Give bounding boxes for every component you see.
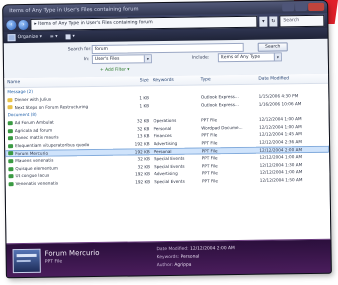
layout-icon [65, 34, 71, 40]
search-button[interactable]: Search [257, 42, 288, 52]
document-icon [8, 143, 14, 148]
column-date-modified[interactable]: Date Modified [258, 74, 328, 84]
file-keywords: Special Events [154, 178, 185, 185]
window-title: Items of Any Type in User's Files contai… [9, 6, 139, 15]
back-button[interactable]: ‹ [6, 19, 17, 30]
document-icon [7, 121, 13, 126]
more-menu[interactable]: ▾ [65, 34, 75, 40]
file-thumbnail [12, 248, 41, 274]
add-filter-label: Add Filter ▾ [105, 67, 130, 73]
chevron-down-icon: ▾ [273, 53, 281, 61]
document-icon [7, 136, 14, 141]
file-type: Outlook Express... [200, 101, 239, 108]
add-icon: + [100, 67, 104, 73]
date-label: Date Modified: [156, 246, 189, 253]
column-keywords[interactable]: Keywords [153, 76, 201, 86]
keywords-label: Keywords: [156, 254, 180, 261]
file-name-text: Next Steps on Forum Restructuring [14, 103, 89, 110]
column-size[interactable]: Size [125, 76, 153, 85]
file-date-modified: 12/12/2004 1:50 AM [259, 177, 303, 183]
organize-label: Organize ▾ [17, 34, 42, 41]
rows-container: Message (2) Dinner with Julius 1 KB Outlook… [4, 84, 330, 188]
include-value: Items of Any Type [220, 54, 261, 61]
author-label: Author: [156, 262, 173, 269]
views-menu[interactable]: ≡ ▾ [50, 35, 58, 40]
include-label: Include: [191, 55, 210, 61]
document-icon [8, 174, 14, 179]
in-label: In: [83, 57, 90, 63]
file-date-modified: 1/16/2006 10:06 AM [258, 100, 302, 107]
email-icon [7, 105, 13, 110]
search-for-label: Search for: [67, 47, 92, 53]
views-label: ≡ ▾ [49, 34, 58, 40]
include-dropdown[interactable]: Items of Any Type ▾ [217, 52, 282, 63]
details-date: Date Modified: 12/12/2004 2:00 AM [157, 246, 235, 252]
explorer-window: Items of Any Type in User's Files contai… [3, 0, 331, 278]
details-author: Author: Agrippa [157, 263, 192, 268]
maximize-button[interactable] [295, 3, 308, 12]
window-controls [282, 2, 325, 12]
details-title: Forum Mercurio [44, 248, 100, 258]
keywords-value: Personal [180, 254, 200, 260]
in-dropdown[interactable]: User's Files ▾ [91, 54, 152, 65]
add-filter-button[interactable]: + Add Filter ▾ [100, 68, 130, 73]
document-icon [8, 159, 14, 164]
file-size: 192 KB [135, 179, 151, 185]
document-icon [8, 166, 14, 171]
details-keywords: Keywords: Personal [157, 255, 200, 261]
organize-icon [7, 34, 16, 42]
close-button[interactable] [308, 2, 325, 12]
address-dropdown-icon[interactable]: ▾ [259, 16, 268, 27]
organize-menu[interactable]: Organize ▾ [7, 34, 42, 42]
document-icon [8, 181, 14, 186]
more-label: ▾ [72, 34, 75, 40]
search-input[interactable]: Search [279, 14, 325, 27]
minimize-button[interactable] [282, 3, 295, 12]
file-type: PPT File [201, 178, 218, 184]
details-pane: Forum Mercurio PPT File Date Modified: 1… [6, 238, 331, 278]
file-keywords [153, 101, 201, 109]
refresh-icon[interactable]: ↻ [269, 15, 278, 27]
document-icon [8, 151, 14, 156]
file-size: 1 KB [139, 102, 150, 108]
results-list: Name Size Keywords Type Date Modified Me… [4, 73, 331, 245]
chevron-down-icon: ▾ [143, 55, 151, 63]
in-value: User's Files [94, 56, 120, 62]
search-pane: Search for: forum Search In: User's File… [3, 38, 329, 80]
email-icon [7, 97, 13, 103]
file-name: Venenatis venenatis [6, 179, 127, 188]
author-value: Agrippa [174, 262, 192, 268]
address-field[interactable]: ▸ Items of Any Type in User's Files cont… [30, 15, 258, 31]
column-type[interactable]: Type [201, 75, 259, 85]
document-icon [7, 128, 13, 133]
forward-button[interactable]: › [18, 19, 29, 30]
column-name[interactable]: Name [4, 77, 125, 88]
details-type: PPT File [44, 259, 63, 265]
file-name-text: Venenatis venenatis [15, 180, 59, 187]
date-value: 12/12/2004 2:00 AM [190, 246, 235, 252]
